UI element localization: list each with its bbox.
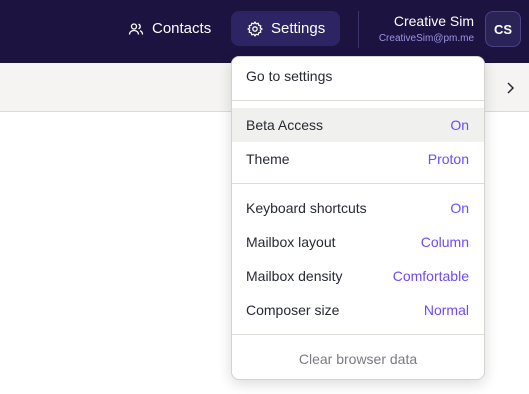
- mailbox-density-label: Mailbox density: [246, 268, 343, 284]
- menu-divider: [232, 183, 484, 184]
- menu-divider: [232, 100, 484, 101]
- mailbox-density-value: Comfortable: [392, 268, 469, 284]
- mailbox-layout-value: Column: [420, 234, 469, 250]
- keyboard-shortcuts-value: On: [450, 200, 469, 216]
- mailbox-layout-label: Mailbox layout: [246, 234, 336, 250]
- gear-icon: [247, 20, 263, 37]
- contacts-button[interactable]: Contacts: [118, 11, 222, 46]
- go-to-settings-label: Go to settings: [246, 68, 333, 84]
- chevron-right-icon[interactable]: [504, 81, 516, 95]
- go-to-settings-item[interactable]: Go to settings: [232, 59, 484, 93]
- settings-dropdown-menu: Go to settings Beta Access On Theme Prot…: [231, 56, 485, 380]
- user-email[interactable]: CreativeSim@pm.me: [379, 33, 474, 44]
- keyboard-shortcuts-label: Keyboard shortcuts: [246, 200, 367, 216]
- theme-label: Theme: [246, 151, 290, 167]
- beta-access-item[interactable]: Beta Access On: [232, 108, 484, 142]
- menu-divider: [232, 334, 484, 335]
- keyboard-shortcuts-item[interactable]: Keyboard shortcuts On: [232, 191, 484, 225]
- users-icon: [128, 21, 144, 37]
- beta-access-value: On: [450, 117, 469, 133]
- clear-browser-data-button[interactable]: Clear browser data: [232, 342, 484, 376]
- avatar[interactable]: CS: [485, 11, 521, 47]
- mailbox-density-item[interactable]: Mailbox density Comfortable: [232, 259, 484, 293]
- settings-label: Settings: [271, 20, 326, 37]
- contacts-label: Contacts: [152, 20, 212, 37]
- mailbox-layout-item[interactable]: Mailbox layout Column: [232, 225, 484, 259]
- top-bar: Contacts Settings Creative Sim CreativeS…: [0, 0, 529, 63]
- settings-button[interactable]: Settings: [231, 11, 340, 46]
- theme-item[interactable]: Theme Proton: [232, 142, 484, 176]
- composer-size-value: Normal: [423, 302, 469, 318]
- theme-value: Proton: [427, 151, 469, 167]
- composer-size-label: Composer size: [246, 302, 340, 318]
- user-name[interactable]: Creative Sim: [394, 13, 474, 29]
- beta-access-label: Beta Access: [246, 117, 324, 133]
- composer-size-item[interactable]: Composer size Normal: [232, 293, 484, 327]
- nav-divider: [358, 11, 359, 48]
